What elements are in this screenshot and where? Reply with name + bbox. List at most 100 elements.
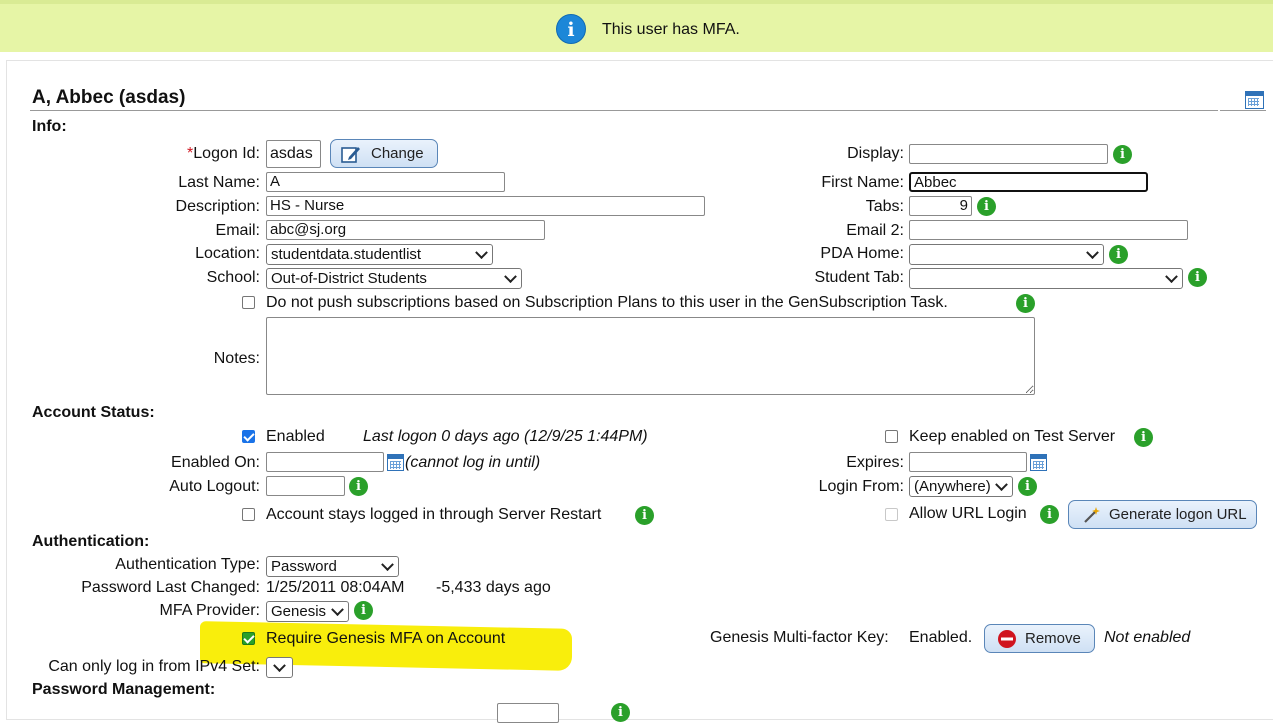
auto-logout-field[interactable]	[266, 476, 345, 496]
info-icon[interactable]: i	[1016, 294, 1035, 313]
logon-id-label-text: Logon Id:	[193, 145, 260, 162]
info-icon[interactable]: i	[635, 506, 654, 525]
display-field[interactable]	[909, 144, 1108, 164]
dropdown-caret-icon	[381, 558, 394, 572]
info-icon[interactable]: i	[1018, 477, 1037, 496]
enabled-label: Enabled	[266, 428, 325, 445]
enabled-checkbox[interactable]	[242, 430, 255, 443]
title-divider-right	[1220, 110, 1266, 111]
description-label: Description:	[175, 198, 260, 215]
info-section-label: Info:	[32, 118, 67, 135]
info-icon[interactable]: i	[1134, 428, 1153, 447]
location-select[interactable]: studentdata.studentlist	[266, 244, 493, 265]
password-management-section-label: Password Management:	[32, 681, 216, 698]
last-name-field[interactable]: A	[266, 172, 505, 192]
info-icon: i	[556, 14, 586, 44]
calendar-icon[interactable]	[1245, 91, 1264, 109]
password-management-field[interactable]	[497, 703, 559, 723]
last-name-label: Last Name:	[178, 174, 260, 191]
ipv4-label: Can only log in from IPv4 Set:	[48, 658, 260, 675]
require-mfa-checkbox[interactable]	[242, 632, 255, 645]
mfa-banner: i This user has MFA.	[0, 0, 1273, 52]
student-tab-label: Student Tab:	[814, 269, 904, 286]
remove-mfa-button[interactable]: Remove	[984, 624, 1095, 653]
mfa-key-label: Genesis Multi-factor Key:	[710, 629, 889, 646]
email2-field[interactable]	[909, 220, 1188, 240]
pda-home-label: PDA Home:	[820, 245, 904, 262]
pw-changed-label: Password Last Changed:	[81, 579, 260, 596]
generate-logon-url-button[interactable]: Generate logon URL	[1068, 500, 1257, 529]
require-mfa-label: Require Genesis MFA on Account	[266, 630, 506, 647]
allow-url-label: Allow URL Login	[909, 505, 1027, 522]
info-icon[interactable]: i	[349, 477, 368, 496]
last-logon-text: Last logon 0 days ago (12/9/25 1:44PM)	[363, 428, 648, 445]
mfa-key-value: Enabled.	[909, 629, 973, 646]
dropdown-caret-icon	[1165, 270, 1178, 284]
enabled-on-label: Enabled On:	[171, 454, 260, 471]
dropdown-caret-icon	[475, 246, 488, 260]
info-icon[interactable]: i	[611, 703, 630, 722]
logon-id-field[interactable]: asdas	[266, 140, 321, 168]
allow-url-checkbox[interactable]	[885, 508, 898, 521]
tabs-label: Tabs:	[865, 198, 904, 215]
change-label: Change	[371, 145, 424, 162]
dropdown-caret-icon	[331, 603, 344, 617]
banner-message: This user has MFA.	[602, 21, 740, 38]
mfa-provider-select[interactable]: Genesis	[266, 601, 349, 622]
auto-logout-label: Auto Logout:	[169, 478, 260, 495]
first-name-field[interactable]: Abbec	[909, 172, 1148, 192]
keep-enabled-label: Keep enabled on Test Server	[909, 428, 1116, 445]
ipv4-select[interactable]	[266, 657, 293, 678]
magic-wand-icon	[1084, 507, 1100, 523]
keep-enabled-checkbox[interactable]	[885, 430, 898, 443]
mfa-provider-value: Genesis	[271, 603, 327, 620]
dropdown-caret-icon	[504, 270, 517, 284]
generate-logon-url-label: Generate logon URL	[1109, 506, 1247, 523]
school-select[interactable]: Out-of-District Students	[266, 268, 522, 289]
info-icon[interactable]: i	[1109, 245, 1128, 264]
info-icon[interactable]: i	[1113, 145, 1132, 164]
auth-type-label: Authentication Type:	[115, 556, 260, 573]
auth-type-value: Password	[271, 558, 337, 575]
mfa-provider-label: MFA Provider:	[159, 602, 260, 619]
remove-label: Remove	[1025, 630, 1081, 647]
calendar-icon[interactable]	[1030, 454, 1047, 471]
auth-type-select[interactable]: Password	[266, 556, 399, 577]
notes-label: Notes:	[213, 350, 260, 367]
tabs-field[interactable]: 9	[909, 196, 972, 216]
stay-logged-checkbox[interactable]	[242, 508, 255, 521]
info-icon[interactable]: i	[1040, 505, 1059, 524]
student-tab-select[interactable]	[909, 268, 1183, 289]
location-label: Location:	[195, 245, 260, 262]
cannot-log-in-note: (cannot log in until)	[405, 454, 541, 471]
notes-textarea[interactable]	[266, 317, 1035, 395]
title-divider	[30, 110, 1218, 111]
dropdown-caret-icon	[1086, 246, 1099, 260]
pw-changed-ago: -5,433 days ago	[436, 579, 551, 596]
account-status-section-label: Account Status:	[32, 404, 155, 421]
no-push-checkbox[interactable]	[242, 296, 255, 309]
pda-home-select[interactable]	[909, 244, 1104, 265]
email2-label: Email 2:	[846, 222, 904, 239]
calendar-icon[interactable]	[387, 454, 404, 471]
first-name-label: First Name:	[821, 174, 904, 191]
no-push-label: Do not push subscriptions based on Subsc…	[266, 294, 948, 311]
pw-changed-value: 1/25/2011 08:04AM	[266, 579, 405, 596]
info-icon[interactable]: i	[354, 601, 373, 620]
expires-label: Expires:	[846, 454, 904, 471]
location-value: studentdata.studentlist	[271, 246, 422, 263]
info-icon[interactable]: i	[1188, 268, 1207, 287]
info-icon[interactable]: i	[977, 197, 996, 216]
description-field[interactable]: HS - Nurse	[266, 196, 705, 216]
authentication-section-label: Authentication:	[32, 533, 150, 550]
dropdown-caret-icon	[995, 478, 1008, 492]
remove-icon	[998, 630, 1016, 648]
enabled-on-field[interactable]	[266, 452, 384, 472]
expires-field[interactable]	[909, 452, 1027, 472]
change-button[interactable]: Change	[330, 139, 438, 168]
school-label: School:	[206, 269, 260, 286]
email-field[interactable]: abc@sj.org	[266, 220, 545, 240]
login-from-select[interactable]: (Anywhere)	[909, 476, 1013, 497]
email-label: Email:	[215, 222, 260, 239]
display-label: Display:	[847, 145, 904, 162]
